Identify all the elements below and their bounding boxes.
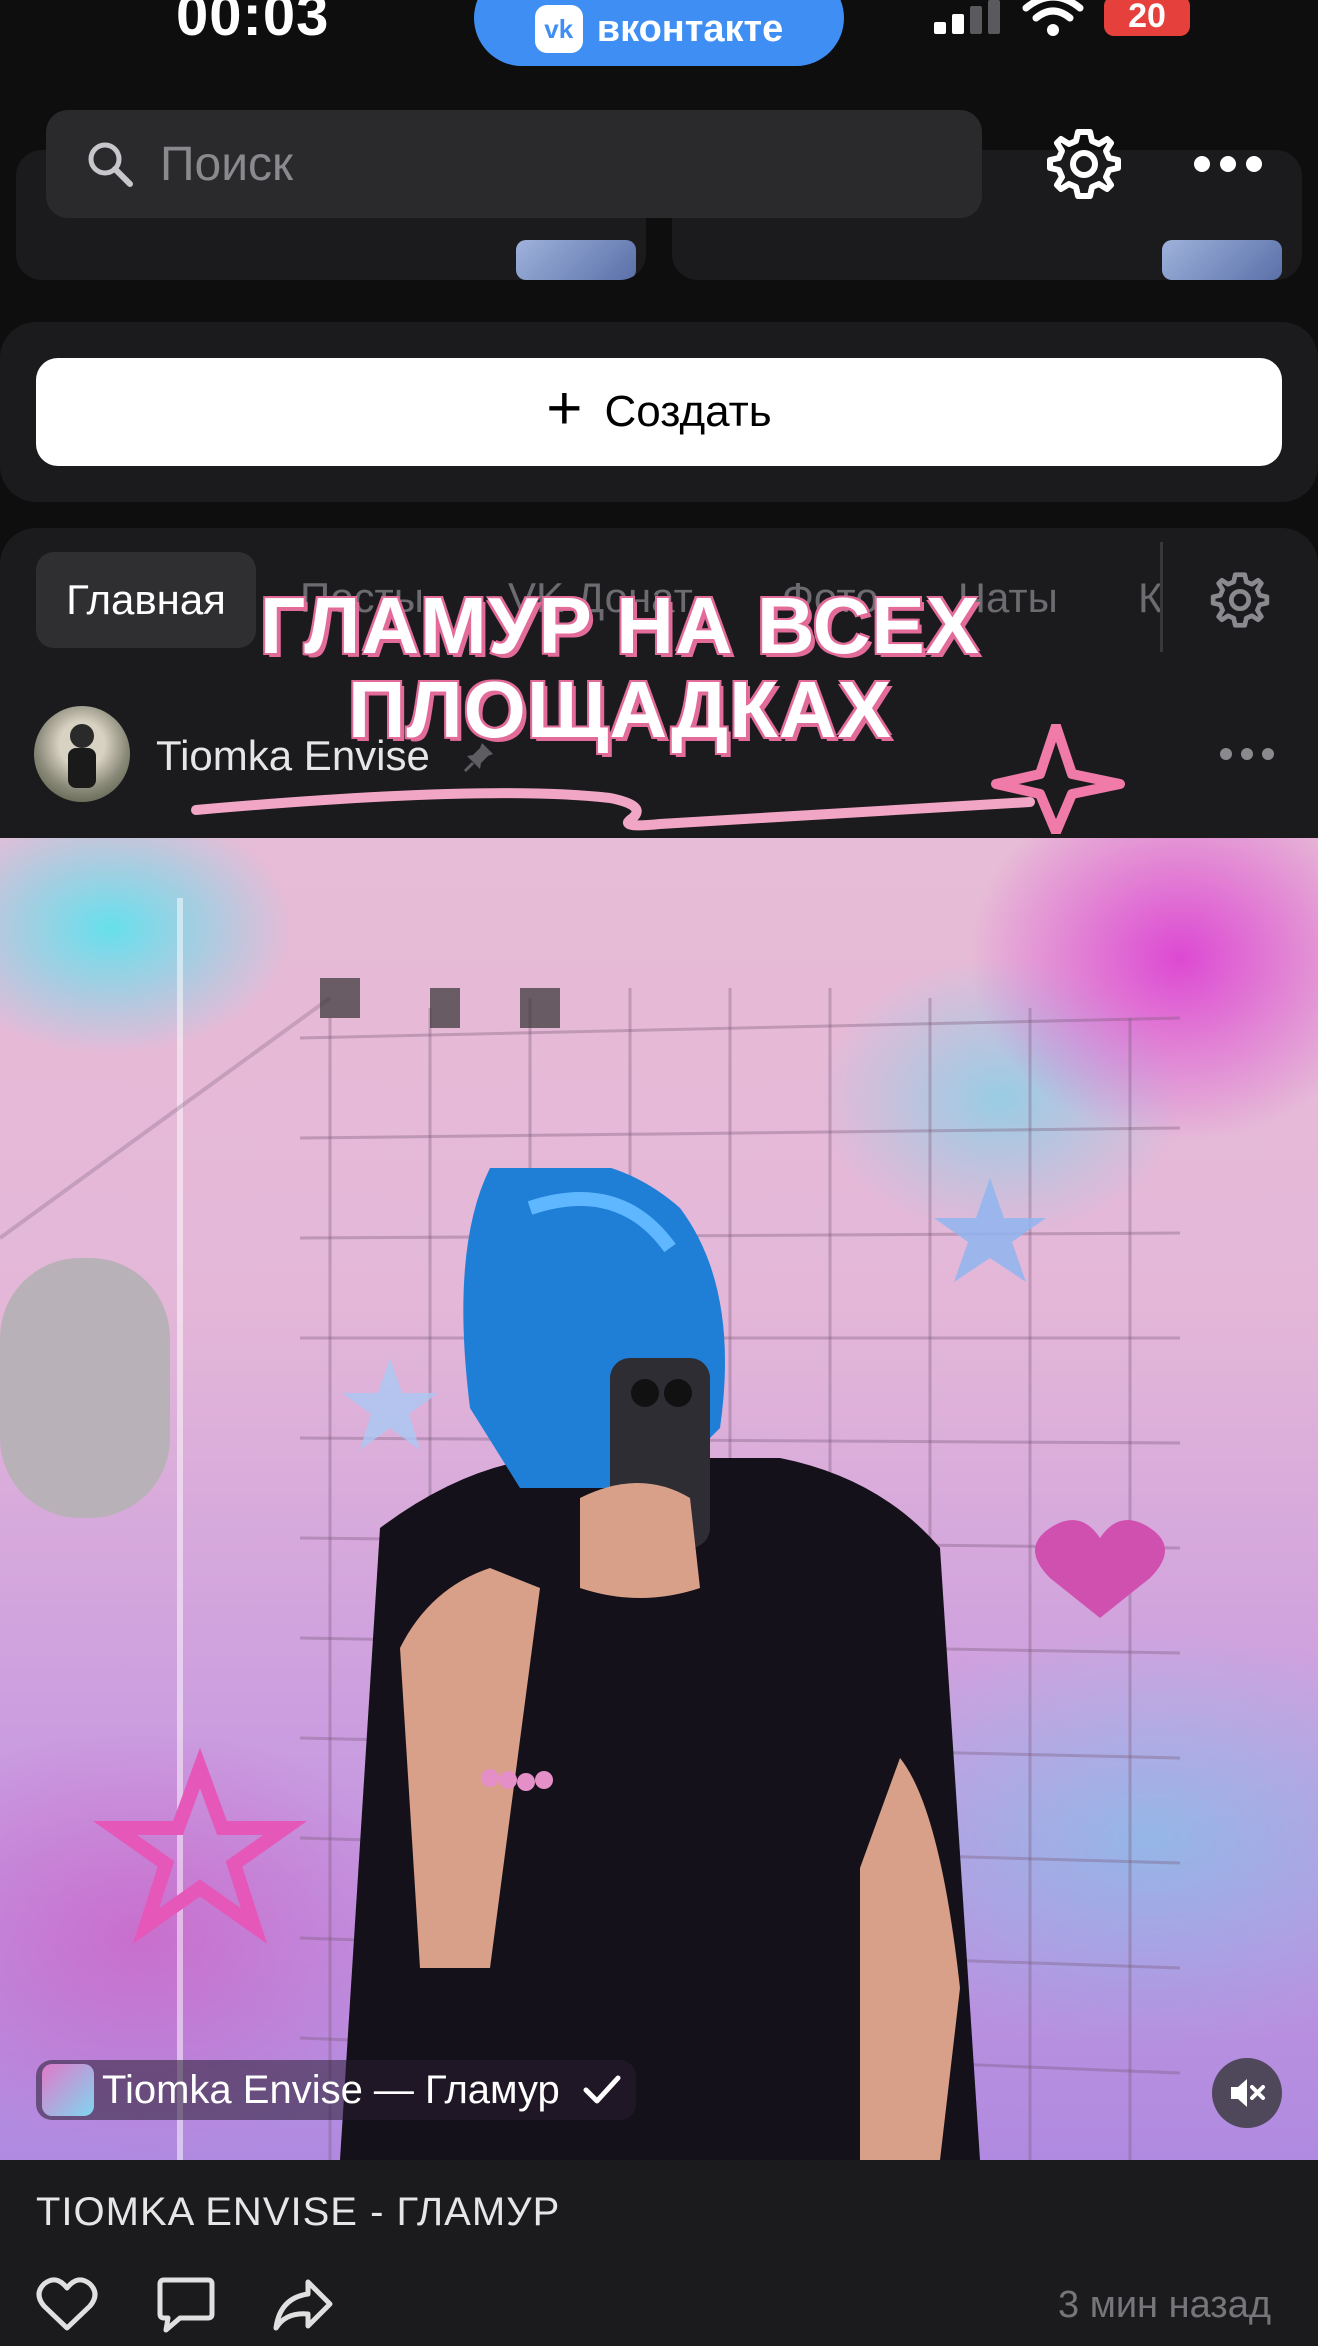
search-input[interactable] [158,135,862,193]
person-illustration [340,1168,980,2160]
author-avatar[interactable] [34,706,130,802]
post-media-video[interactable] [0,838,1318,2160]
wifi-icon [1022,0,1084,36]
paper-dispenser [0,1258,170,1518]
post-caption: TIOMKA ENVISE - ГЛАМУР [36,2190,561,2234]
check-icon [583,2075,621,2104]
speaker-muted-icon [1231,2079,1265,2107]
tabs-settings-gear-icon[interactable] [1210,570,1270,630]
post-timestamp: 3 мин назад [1058,2284,1272,2326]
status-time: 00:03 [176,0,330,48]
dot-icon [1262,748,1274,760]
more-options-button[interactable] [1190,148,1266,180]
card-thumbnail [516,240,636,280]
comment-icon[interactable] [156,2276,216,2334]
battery-indicator: 20 [1104,0,1190,36]
card-thumbnail [1162,240,1282,280]
vk-logo-icon: vk [534,5,583,53]
app-pill[interactable]: vk вконтакте [474,0,844,66]
plus-icon: + [546,374,583,443]
tab-more[interactable]: К [1138,574,1162,622]
search-bar[interactable] [46,110,982,218]
tabs-divider [1160,542,1163,652]
app-pill-label: вконтакте [596,7,784,50]
cellular-signal-icon [934,0,1000,34]
promo-squiggle-decoration [191,724,1125,834]
dot-icon [1220,156,1236,172]
search-icon [88,142,133,187]
dot-icon [1220,748,1232,760]
dot-icon [1241,748,1253,760]
promo-title-line1: ГЛАМУР НА ВСЕХ [259,581,981,670]
post-more-options-button[interactable] [1220,748,1274,760]
like-heart-icon[interactable] [36,2276,98,2332]
track-cover-thumbnail [42,2064,94,2116]
create-button-label: Создать [604,387,772,436]
mute-toggle-button[interactable] [1212,2058,1282,2128]
share-arrow-icon[interactable] [272,2276,334,2334]
dot-icon [1194,156,1210,172]
avatar-figure-icon [68,724,96,788]
create-button[interactable]: + Создать [36,358,1282,466]
track-title: Tiomka Envise — Гламур [102,2067,560,2112]
settings-gear-icon[interactable] [1046,126,1122,202]
audio-track-chip[interactable]: Tiomka Envise — Гламур [36,2060,636,2120]
dot-icon [1246,156,1262,172]
